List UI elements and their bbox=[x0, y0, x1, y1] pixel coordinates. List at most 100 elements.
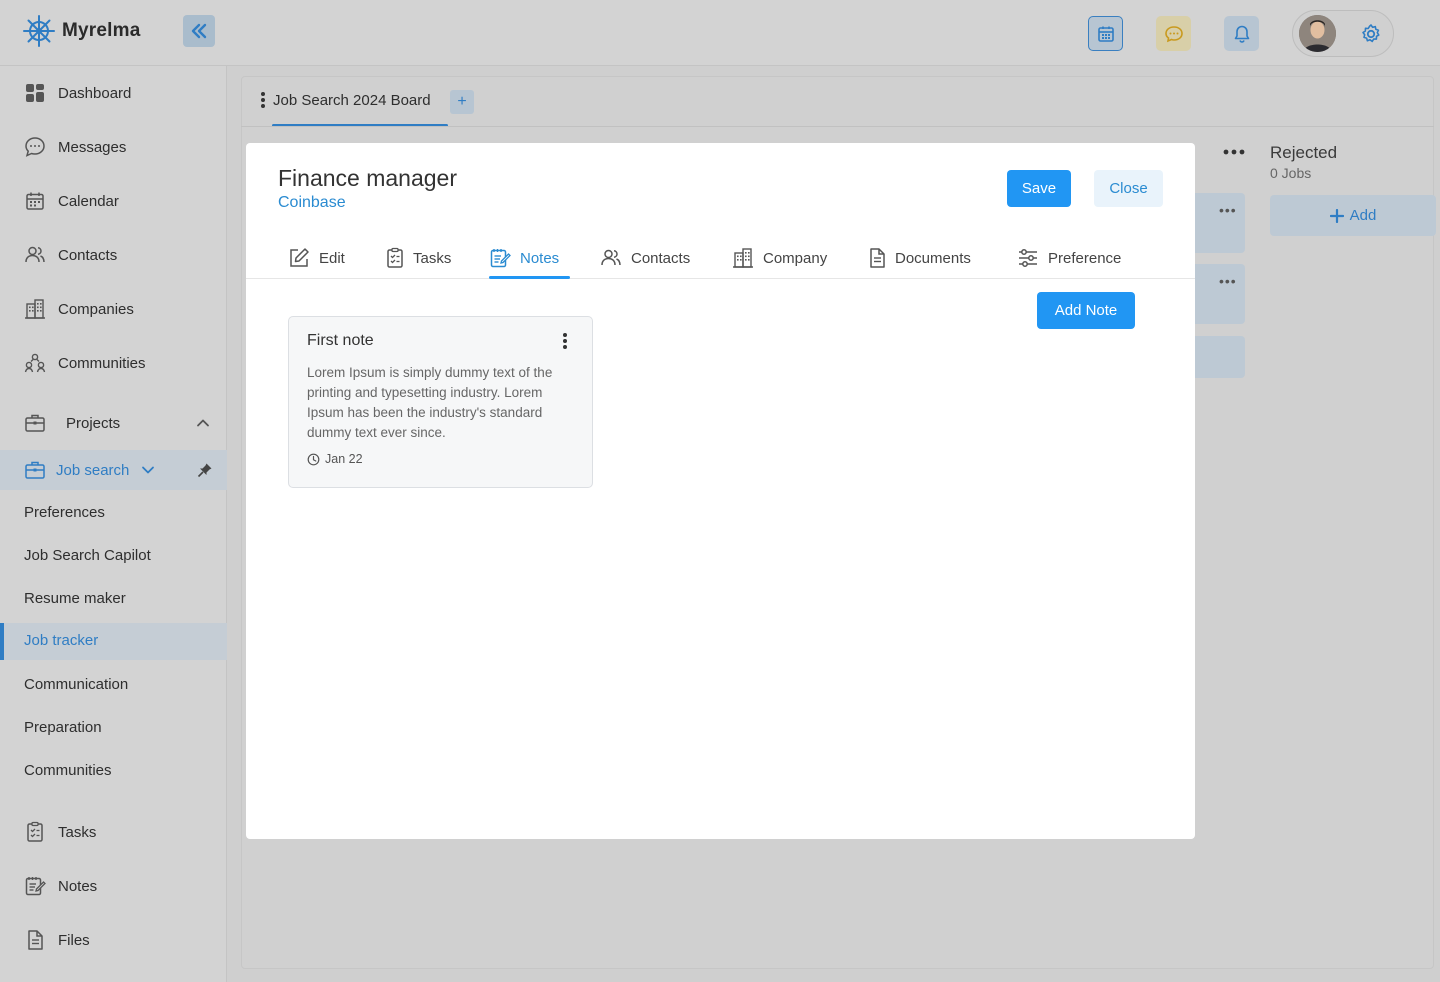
sidebar-item-notes[interactable]: Notes bbox=[24, 875, 97, 897]
gear-icon[interactable] bbox=[1359, 22, 1383, 46]
sidebar-item-label: Tasks bbox=[58, 823, 97, 841]
document-icon bbox=[868, 247, 886, 269]
sidebar-subitem-preferences[interactable]: Preferences bbox=[24, 504, 105, 521]
clock-icon bbox=[307, 453, 320, 466]
sidebar-subitem-resume-maker[interactable]: Resume maker bbox=[24, 590, 126, 607]
tab-company[interactable]: Company bbox=[732, 239, 827, 277]
sidebar-item-label: Job tracker bbox=[24, 632, 99, 649]
job-card[interactable] bbox=[1188, 336, 1245, 378]
profile-menu[interactable] bbox=[1292, 10, 1394, 57]
chat-button[interactable] bbox=[1156, 16, 1191, 51]
card-menu-icon[interactable]: ••• bbox=[1219, 273, 1237, 289]
sidebar-item-messages[interactable]: Messages bbox=[24, 136, 126, 158]
avatar[interactable] bbox=[1299, 15, 1336, 52]
sidebar-item-files[interactable]: Files bbox=[24, 929, 90, 951]
collapse-sidebar-button[interactable] bbox=[183, 15, 215, 47]
add-job-button[interactable]: Add bbox=[1270, 195, 1436, 236]
company-link[interactable]: Coinbase bbox=[278, 194, 346, 212]
kebab-icon[interactable] bbox=[561, 331, 569, 351]
tab-label: Edit bbox=[319, 249, 345, 267]
column-menu-icon[interactable] bbox=[1222, 142, 1246, 162]
add-board-button[interactable]: + bbox=[450, 90, 474, 114]
note-card[interactable]: First note Lorem Ipsum is simply dummy t… bbox=[288, 316, 593, 488]
sidebar-subitem-job-search-capilot[interactable]: Job Search Capilot bbox=[24, 547, 151, 564]
tab-label: Tasks bbox=[413, 249, 452, 267]
dashboard-icon bbox=[24, 82, 46, 104]
files-icon bbox=[24, 929, 46, 951]
sidebar-item-label: Companies bbox=[58, 300, 134, 318]
tab-label: Contacts bbox=[631, 249, 691, 267]
notes-icon bbox=[24, 875, 46, 897]
sidebar-item-job-search[interactable]: Job search bbox=[0, 450, 227, 490]
add-note-button[interactable]: Add Note bbox=[1037, 292, 1135, 329]
plus-icon bbox=[1329, 208, 1344, 223]
sliders-icon bbox=[1017, 247, 1039, 269]
notes-icon bbox=[489, 247, 511, 269]
logo[interactable]: Myrelma bbox=[22, 14, 141, 48]
calendar-icon bbox=[24, 190, 46, 212]
sidebar-subitem-preparation[interactable]: Preparation bbox=[24, 719, 102, 736]
tab-documents[interactable]: Documents bbox=[868, 239, 971, 277]
chevron-down-icon[interactable] bbox=[141, 463, 155, 477]
tab-label: Company bbox=[763, 249, 828, 267]
tab-edit[interactable]: Edit bbox=[288, 239, 345, 277]
messages-icon bbox=[24, 136, 46, 158]
note-body: Lorem Ipsum is simply dummy text of the … bbox=[307, 365, 553, 440]
tab-label: Documents bbox=[895, 249, 971, 267]
job-title: Finance manager bbox=[278, 165, 457, 191]
contacts-icon bbox=[24, 244, 46, 266]
sidebar-item-calendar[interactable]: Calendar bbox=[24, 190, 119, 212]
sidebar-item-label: Calendar bbox=[58, 192, 119, 210]
sidebar-item-projects[interactable]: Projects bbox=[24, 412, 210, 434]
save-button[interactable]: Save bbox=[1007, 170, 1071, 207]
active-tab-indicator bbox=[489, 276, 570, 279]
note-date-label: Jan 22 bbox=[325, 452, 363, 466]
sidebar-item-label: Job search bbox=[56, 461, 130, 479]
note-title: First note bbox=[307, 332, 374, 349]
close-button[interactable]: Close bbox=[1094, 170, 1163, 207]
sidebar-item-companies[interactable]: Companies bbox=[24, 298, 134, 320]
sidebar-item-label: Notes bbox=[58, 877, 98, 895]
sidebar-item-label: Projects bbox=[66, 414, 121, 432]
tasks-icon bbox=[386, 247, 404, 269]
sidebar-subitem-communication[interactable]: Communication bbox=[24, 676, 128, 693]
sidebar-item-label: Contacts bbox=[58, 246, 118, 264]
calendar-button[interactable] bbox=[1088, 16, 1123, 51]
tab-preference[interactable]: Preference bbox=[1017, 239, 1121, 277]
sidebar-item-label: Dashboard bbox=[58, 84, 132, 102]
add-job-label: Add bbox=[1349, 207, 1377, 224]
sidebar-item-contacts[interactable]: Contacts bbox=[24, 244, 117, 266]
board-tab[interactable]: Job Search 2024 Board bbox=[259, 90, 431, 110]
sidebar-item-label: Communities bbox=[58, 354, 146, 372]
tab-notes[interactable]: Notes bbox=[489, 239, 559, 277]
sidebar-item-communities[interactable]: Communities bbox=[24, 352, 146, 374]
briefcase-icon bbox=[24, 459, 46, 481]
double-chevron-left-icon bbox=[190, 22, 208, 40]
tasks-icon bbox=[24, 821, 46, 843]
ship-wheel-icon bbox=[22, 14, 56, 48]
pin-icon[interactable] bbox=[197, 462, 213, 478]
chat-icon bbox=[1164, 24, 1184, 44]
chevron-up-icon[interactable] bbox=[196, 416, 210, 430]
card-menu-icon[interactable]: ••• bbox=[1219, 202, 1237, 218]
sidebar-item-tasks[interactable]: Tasks bbox=[24, 821, 96, 843]
app-name: Myrelma bbox=[62, 20, 141, 41]
company-icon bbox=[732, 247, 754, 269]
sidebar-subitem-communities[interactable]: Communities bbox=[24, 762, 112, 779]
tab-tasks[interactable]: Tasks bbox=[386, 239, 451, 277]
job-detail-modal: Finance manager Coinbase Save Close Edit… bbox=[246, 143, 1195, 839]
bell-icon bbox=[1232, 24, 1252, 44]
sidebar-item-label: Files bbox=[58, 931, 90, 949]
notifications-button[interactable] bbox=[1224, 16, 1259, 51]
column-count: 0 Jobs bbox=[1270, 165, 1312, 181]
column-title: Rejected bbox=[1270, 143, 1338, 162]
sidebar: Dashboard Messages Calendar Contacts Com… bbox=[0, 66, 227, 982]
tab-contacts[interactable]: Contacts bbox=[600, 239, 690, 277]
companies-icon bbox=[24, 298, 46, 320]
sidebar-subitem-job-tracker[interactable]: Job tracker bbox=[0, 623, 227, 660]
sidebar-item-dashboard[interactable]: Dashboard bbox=[24, 82, 131, 104]
sidebar-item-label: Messages bbox=[58, 138, 127, 156]
briefcase-icon bbox=[24, 412, 46, 434]
tab-label: Preference bbox=[1048, 249, 1122, 267]
kebab-icon[interactable] bbox=[259, 90, 267, 110]
